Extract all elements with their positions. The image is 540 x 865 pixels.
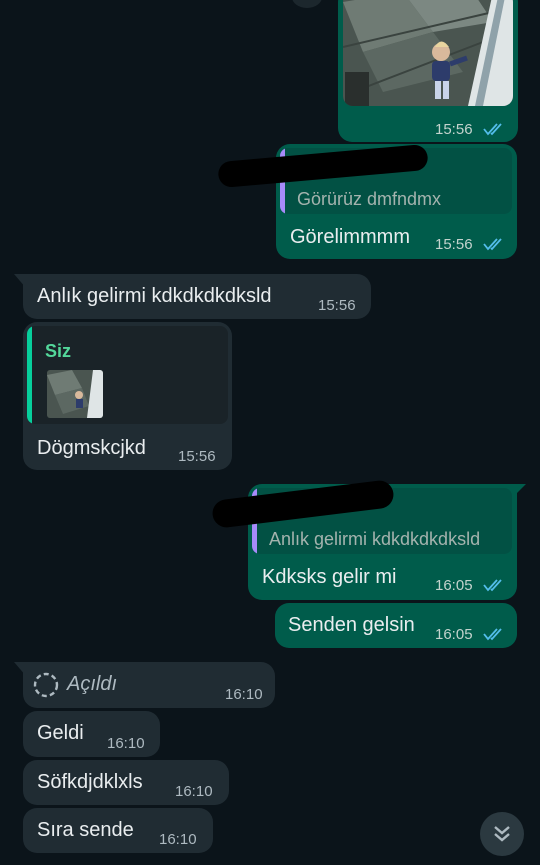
message-text: Geldi [37,722,84,744]
message-text: Söfkdjdklxls [37,771,143,793]
message-time: 16:05 [435,626,473,643]
double-check-icon [483,579,502,592]
message-time: 15:56 [178,448,216,465]
quoted-message[interactable]: Siz [27,326,228,424]
message-text: Sıra sende [37,819,134,841]
quoted-photo-thumbnail [47,370,103,418]
message-time: 16:10 [225,686,263,703]
outgoing-message[interactable]: Senden gelsin 16:05 [275,603,517,648]
scroll-to-bottom-button[interactable] [480,812,524,856]
message-text: Anlık gelirmi kdkdkdkdksld [37,285,272,307]
incoming-reply-message[interactable]: Siz Dögmskcjkd 15:56 [23,322,232,470]
double-check-icon [483,123,502,136]
message-time: 16:10 [175,783,213,800]
incoming-message[interactable]: Söfkdjdklxls 16:10 [23,760,229,805]
quoted-author: Siz [45,341,72,361]
quoted-text: Anlık gelirmi kdkdkdkdksld [269,529,481,549]
quoted-text: Görürüz dmfndmx [297,189,442,209]
message-time: 16:05 [435,577,473,594]
sent-photo[interactable] [343,0,513,106]
outgoing-photo-message[interactable]: 15:56 [338,0,518,142]
incoming-message[interactable]: Geldi 16:10 [23,711,160,757]
message-time: 15:56 [435,121,473,138]
double-chevron-down-icon [494,826,510,842]
message-time: 15:56 [435,236,473,253]
double-check-icon [483,628,502,641]
message-time: 16:10 [107,735,145,752]
incoming-message[interactable]: Sıra sende 16:10 [23,808,213,853]
quote-bar [27,326,32,424]
double-check-icon [483,238,502,251]
message-time: 15:56 [318,297,356,314]
message-text: Kdksks gelir mi [262,566,397,588]
incoming-message[interactable]: Anlık gelirmi kdkdkdkdksld 15:56 [23,274,371,319]
view-once-message[interactable]: Açıldı 16:10 [23,662,275,708]
message-text: Senden gelsin [288,614,415,636]
message-text: Görelimmmm [290,226,410,248]
view-once-icon [33,672,59,698]
photo-content [343,0,513,106]
message-text: Dögmskcjkd [37,437,146,459]
view-once-label: Açıldı [67,673,118,695]
message-time: 16:10 [159,831,197,848]
top-edge-circle [292,0,322,8]
